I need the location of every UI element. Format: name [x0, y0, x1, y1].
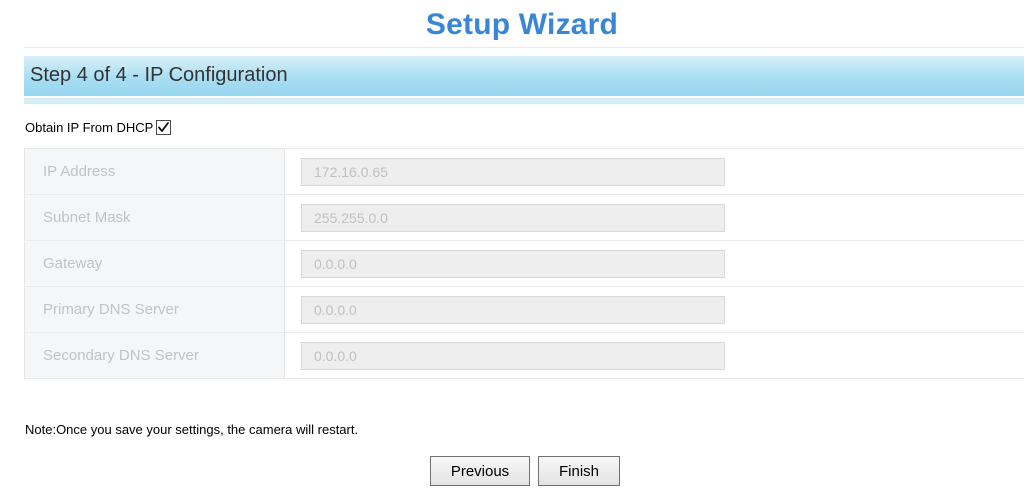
previous-button[interactable]: Previous — [430, 456, 530, 486]
wizard-title: Setup Wizard — [425, 8, 619, 41]
dhcp-checkbox[interactable] — [156, 119, 172, 135]
subnet-mask-label: Subnet Mask — [24, 194, 285, 241]
gateway-label: Gateway — [24, 240, 285, 287]
dhcp-row: Obtain IP From DHCP — [25, 118, 172, 136]
wizard-buttons: Previous Finish — [430, 456, 620, 486]
table-row: Gateway — [24, 240, 1024, 287]
step-header-bar: Step 4 of 4 - IP Configuration — [24, 56, 1024, 96]
secondary-dns-input[interactable] — [301, 341, 725, 370]
step-title: Step 4 of 4 - IP Configuration — [30, 64, 288, 86]
setup-wizard-page: Setup Wizard Step 4 of 4 - IP Configurat… — [0, 0, 1024, 497]
table-row: Subnet Mask — [24, 194, 1024, 241]
subnet-mask-input[interactable] — [301, 203, 725, 232]
table-row: Secondary DNS Server — [24, 332, 1024, 379]
title-divider — [24, 47, 1024, 48]
ip-address-label: IP Address — [24, 148, 285, 195]
checkmark-icon — [158, 121, 170, 132]
gateway-input[interactable] — [301, 249, 725, 278]
table-row: Primary DNS Server — [24, 286, 1024, 333]
primary-dns-input[interactable] — [301, 295, 725, 324]
ip-address-input[interactable] — [301, 157, 725, 186]
table-row: IP Address — [24, 148, 1024, 195]
secondary-dns-label: Secondary DNS Server — [24, 332, 285, 379]
step-header-stripe — [24, 98, 1024, 104]
dhcp-label: Obtain IP From DHCP — [25, 119, 154, 135]
primary-dns-label: Primary DNS Server — [24, 286, 285, 333]
restart-note: Note:Once you save your settings, the ca… — [25, 422, 359, 437]
finish-button[interactable]: Finish — [538, 456, 620, 486]
ip-config-table: IP Address Subnet Mask Gateway Primary D… — [24, 148, 1024, 379]
